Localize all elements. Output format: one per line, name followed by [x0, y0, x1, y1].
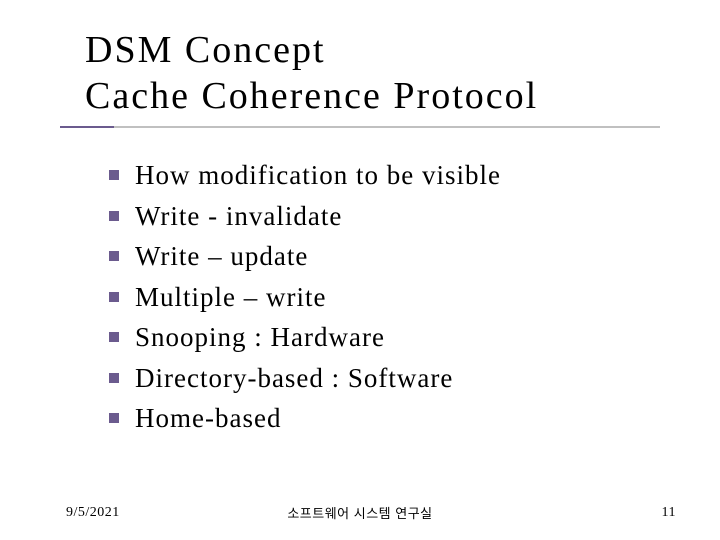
list-item-text: Multiple – write	[135, 277, 326, 318]
square-bullet-icon	[109, 332, 119, 342]
underline-accent	[60, 126, 114, 128]
list-item: Write - invalidate	[109, 196, 670, 237]
bullet-list: How modification to be visible Write - i…	[85, 155, 670, 439]
square-bullet-icon	[109, 170, 119, 180]
slide: DSM Concept Cache Coherence Protocol How…	[0, 0, 720, 540]
list-item-text: Home-based	[135, 398, 281, 439]
underline-gray	[60, 126, 660, 128]
square-bullet-icon	[109, 373, 119, 383]
footer: 9/5/2021 소프트웨어 시스템 연구실 11	[0, 503, 720, 522]
title-line-2: Cache Coherence Protocol	[85, 74, 670, 120]
footer-date: 9/5/2021	[66, 505, 120, 521]
list-item: Directory-based : Software	[109, 358, 670, 399]
list-item: Write – update	[109, 236, 670, 277]
list-item: Multiple – write	[109, 277, 670, 318]
square-bullet-icon	[109, 292, 119, 302]
square-bullet-icon	[109, 413, 119, 423]
slide-title: DSM Concept Cache Coherence Protocol	[85, 28, 670, 119]
list-item: Snooping : Hardware	[109, 317, 670, 358]
list-item-text: Write - invalidate	[135, 196, 342, 237]
square-bullet-icon	[109, 211, 119, 221]
footer-page-number: 11	[662, 505, 676, 521]
list-item: Home-based	[109, 398, 670, 439]
list-item-text: Write – update	[135, 236, 308, 277]
list-item-text: How modification to be visible	[135, 155, 501, 196]
list-item-text: Snooping : Hardware	[135, 317, 385, 358]
title-underline	[60, 126, 660, 129]
list-item-text: Directory-based : Software	[135, 358, 453, 399]
list-item: How modification to be visible	[109, 155, 670, 196]
square-bullet-icon	[109, 251, 119, 261]
title-line-1: DSM Concept	[85, 28, 670, 74]
